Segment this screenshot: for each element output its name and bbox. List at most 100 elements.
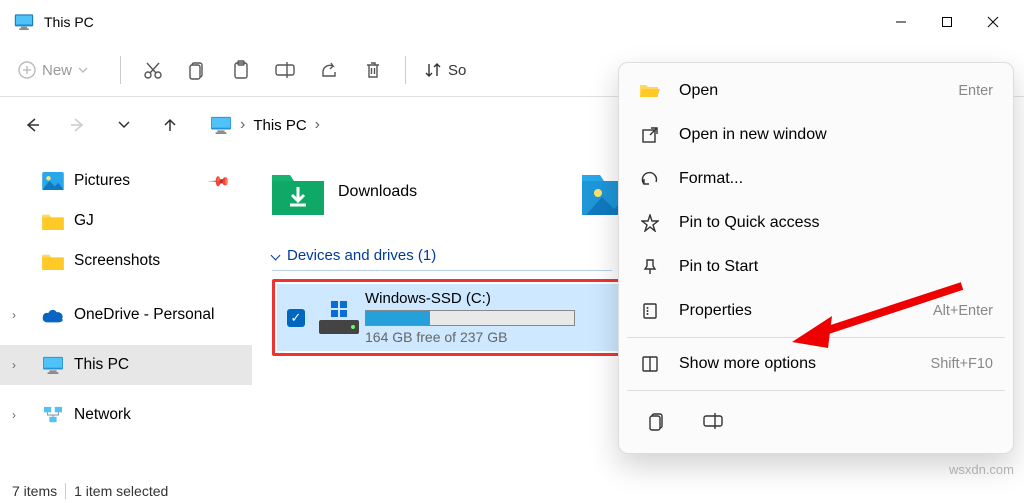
rename-icon [702, 411, 724, 431]
sidebar-item-onedrive[interactable]: › OneDrive - Personal [0, 295, 252, 335]
sidebar-item-gj[interactable]: GJ [0, 201, 252, 241]
checkbox-checked-icon[interactable]: ✓ [287, 309, 305, 327]
recent-dropdown[interactable] [104, 105, 144, 145]
context-menu: Open Enter Open in new window Format... … [618, 62, 1014, 454]
status-separator [65, 483, 66, 499]
group-underline [272, 270, 612, 271]
pin-icon [639, 258, 661, 276]
menu-pin-quick[interactable]: Pin to Quick access [625, 201, 1007, 245]
sidebar-item-pictures[interactable]: Pictures 📌 [0, 161, 252, 201]
sidebar-item-network[interactable]: › Network [0, 395, 252, 435]
sidebar: Pictures 📌 GJ Screenshots › OneDrive - P… [0, 153, 252, 483]
menu-label: Properties [679, 302, 752, 320]
trash-icon [363, 60, 383, 80]
drive-name: Windows-SSD (C:) [365, 290, 619, 307]
menu-shortcut: Shift+F10 [931, 356, 993, 372]
delete-button[interactable] [353, 50, 393, 90]
new-window-icon [639, 126, 661, 144]
menu-label: Open in new window [679, 126, 827, 144]
watermark: wsxdn.com [949, 462, 1014, 477]
more-icon [639, 355, 661, 373]
sort-icon [424, 61, 442, 79]
pictures-icon [42, 172, 64, 190]
folder-icon [42, 252, 64, 270]
new-label: New [42, 62, 72, 79]
star-icon [639, 214, 661, 232]
sidebar-label: GJ [74, 212, 94, 230]
breadcrumb-segment[interactable]: This PC [247, 113, 312, 138]
folder-label: Downloads [338, 183, 417, 201]
title-bar: This PC [0, 0, 1024, 44]
sidebar-label: Screenshots [74, 252, 160, 270]
drive-icon [317, 301, 361, 335]
drive-c[interactable]: ✓ Windows-SSD (C:) 164 GB free of 237 GB [277, 284, 629, 351]
menu-label: Open [679, 82, 718, 100]
menu-label: Pin to Start [679, 258, 758, 276]
up-button[interactable] [150, 105, 190, 145]
window-title: This PC [44, 14, 878, 30]
plus-circle-icon [18, 61, 36, 79]
copy-icon [647, 411, 667, 431]
back-button[interactable] [12, 105, 52, 145]
menu-format[interactable]: Format... [625, 157, 1007, 201]
menu-bottom-row [625, 395, 1007, 447]
forward-button[interactable] [58, 105, 98, 145]
menu-properties[interactable]: Properties Alt+Enter [625, 289, 1007, 333]
menu-rename-button[interactable] [695, 403, 731, 439]
expand-chevron-icon[interactable]: › [12, 308, 16, 322]
sidebar-item-screenshots[interactable]: Screenshots [0, 241, 252, 281]
breadcrumb-separator[interactable]: › [238, 116, 247, 134]
share-button[interactable] [309, 50, 349, 90]
status-bar: 7 items 1 item selected [0, 479, 1024, 503]
chevron-down-icon [78, 67, 88, 73]
menu-separator [627, 337, 1005, 338]
this-pc-icon [210, 116, 232, 134]
cut-button[interactable] [133, 50, 173, 90]
drive-free-text: 164 GB free of 237 GB [365, 329, 619, 345]
new-button[interactable]: New [18, 61, 88, 79]
toolbar-separator [120, 56, 121, 84]
menu-pin-start[interactable]: Pin to Start [625, 245, 1007, 289]
share-icon [319, 60, 339, 80]
toolbar-separator [405, 56, 406, 84]
menu-label: Format... [679, 170, 743, 188]
rename-button[interactable] [265, 50, 305, 90]
chevron-down-icon [271, 251, 281, 261]
menu-copy-button[interactable] [639, 403, 675, 439]
status-selected-count: 1 item selected [74, 483, 168, 499]
format-icon [639, 170, 661, 188]
menu-shortcut: Alt+Enter [933, 303, 993, 319]
scissors-icon [143, 60, 163, 80]
drive-usage-bar [365, 310, 575, 326]
folder-downloads[interactable]: Downloads [272, 163, 552, 221]
pin-icon: 📌 [207, 169, 231, 193]
network-icon [42, 406, 64, 424]
folder-open-icon [639, 83, 661, 99]
paste-button[interactable] [221, 50, 261, 90]
menu-separator [627, 390, 1005, 391]
rename-icon [274, 60, 296, 80]
copy-button[interactable] [177, 50, 217, 90]
this-pc-icon [14, 14, 34, 30]
menu-shortcut: Enter [958, 83, 993, 99]
minimize-button[interactable] [878, 6, 924, 38]
copy-icon [187, 60, 207, 80]
maximize-button[interactable] [924, 6, 970, 38]
annotation-highlight: ✓ Windows-SSD (C:) 164 GB free of 237 GB [272, 279, 634, 356]
sidebar-item-this-pc[interactable]: › This PC [0, 345, 252, 385]
onedrive-icon [42, 307, 64, 323]
properties-icon [639, 302, 661, 320]
breadcrumb-separator[interactable]: › [313, 116, 322, 134]
menu-new-window[interactable]: Open in new window [625, 113, 1007, 157]
expand-chevron-icon[interactable]: › [12, 358, 16, 372]
menu-open[interactable]: Open Enter [625, 69, 1007, 113]
menu-more-options[interactable]: Show more options Shift+F10 [625, 342, 1007, 386]
this-pc-icon [42, 356, 64, 374]
clipboard-icon [231, 60, 251, 80]
folder-icon [42, 212, 64, 230]
expand-chevron-icon[interactable]: › [12, 408, 16, 422]
close-button[interactable] [970, 6, 1016, 38]
sidebar-label: This PC [74, 356, 129, 374]
menu-label: Pin to Quick access [679, 214, 820, 232]
sort-button[interactable]: So [424, 61, 466, 79]
